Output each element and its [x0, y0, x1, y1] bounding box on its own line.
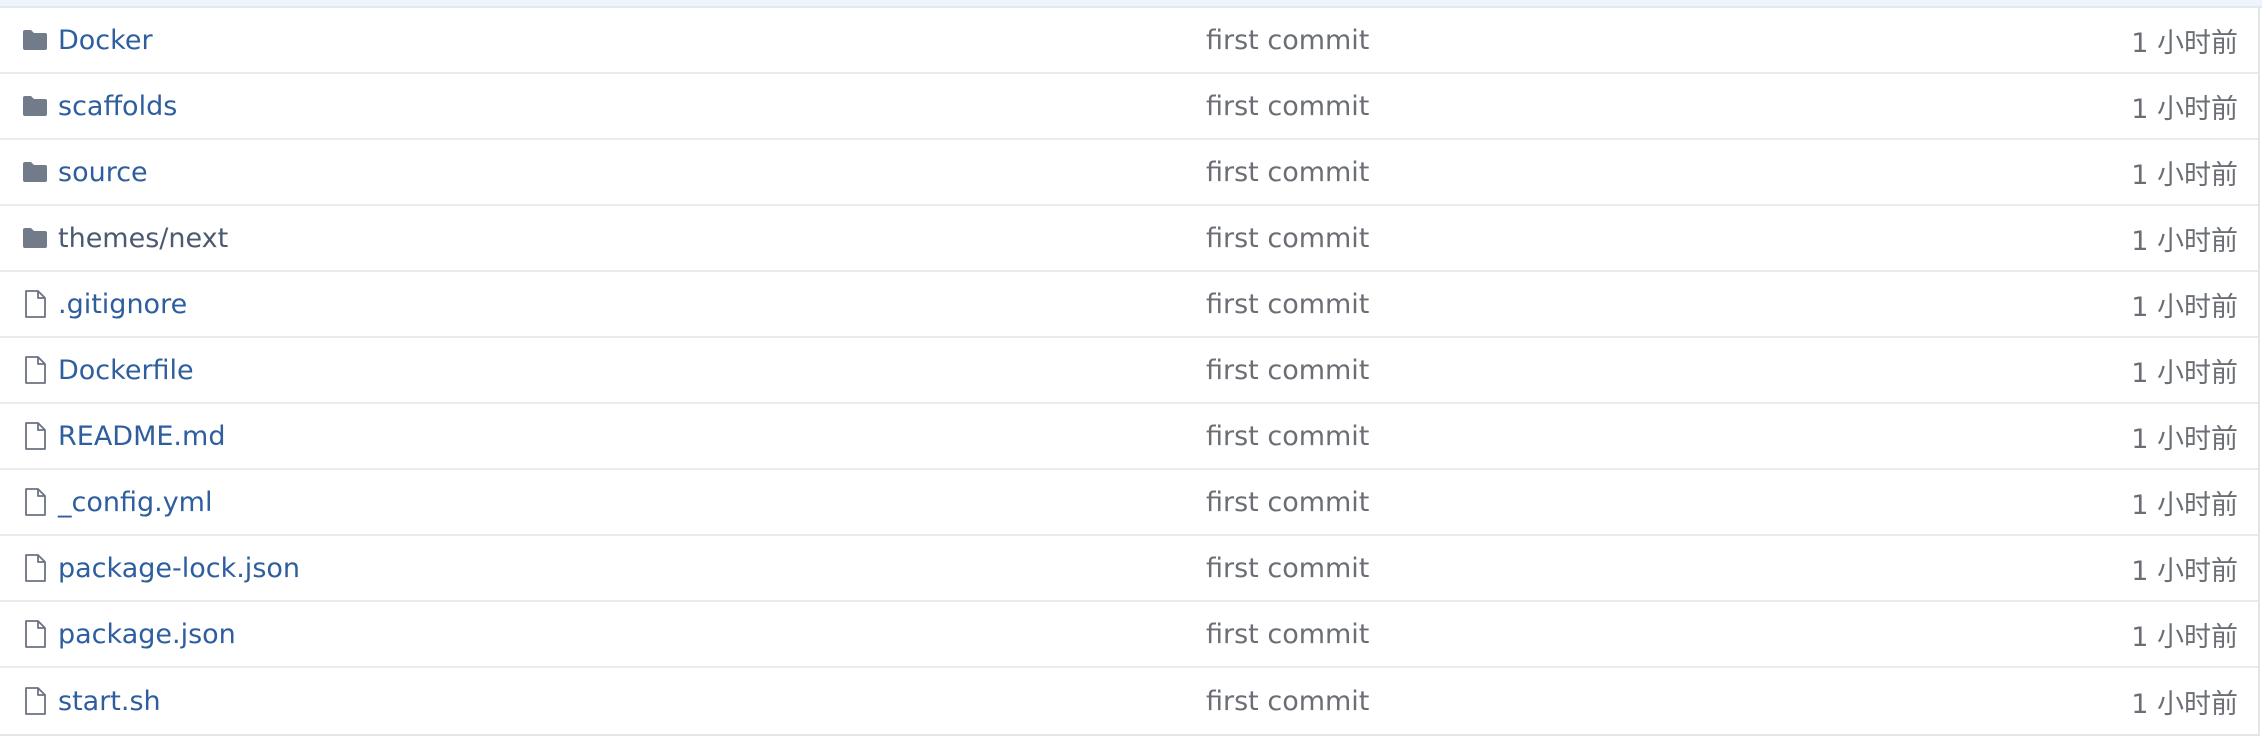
- file-name-link[interactable]: Dockerfile: [58, 355, 194, 386]
- folder-icon: [22, 92, 48, 120]
- file-row-package-lock[interactable]: package-lock.json first commit 1 小时前: [0, 536, 2258, 602]
- header-strip: [0, 0, 2262, 8]
- commit-message[interactable]: first commit: [1206, 91, 1369, 122]
- file-icon: [22, 290, 48, 318]
- commit-message[interactable]: first commit: [1206, 355, 1369, 386]
- commit-message[interactable]: first commit: [1206, 619, 1369, 650]
- file-row-themes-next[interactable]: themes/next first commit 1 小时前: [0, 206, 2258, 272]
- file-name-link[interactable]: README.md: [58, 421, 225, 452]
- commit-message[interactable]: first commit: [1206, 157, 1369, 188]
- file-name-link[interactable]: _config.yml: [58, 487, 213, 518]
- file-row-readme[interactable]: README.md first commit 1 小时前: [0, 404, 2258, 470]
- file-name-link[interactable]: start.sh: [58, 686, 161, 717]
- file-name-link[interactable]: scaffolds: [58, 91, 177, 122]
- folder-icon: [22, 224, 48, 252]
- commit-time: 1 小时前: [2131, 621, 2238, 653]
- file-name-link[interactable]: package.json: [58, 619, 236, 650]
- file-name-link[interactable]: package-lock.json: [58, 553, 300, 584]
- commit-time: 1 小时前: [2131, 688, 2238, 720]
- file-list: Docker first commit 1 小时前 scaffolds firs…: [0, 8, 2260, 736]
- file-name-link[interactable]: source: [58, 157, 148, 188]
- file-row-scaffolds[interactable]: scaffolds first commit 1 小时前: [0, 74, 2258, 140]
- file-icon: [22, 554, 48, 582]
- file-name-link[interactable]: .gitignore: [58, 289, 187, 320]
- commit-message[interactable]: first commit: [1206, 25, 1369, 56]
- file-icon: [22, 422, 48, 450]
- folder-icon: [22, 158, 48, 186]
- commit-time: 1 小时前: [2131, 27, 2238, 59]
- commit-time: 1 小时前: [2131, 357, 2238, 389]
- file-row-package-json[interactable]: package.json first commit 1 小时前: [0, 602, 2258, 668]
- file-icon: [22, 620, 48, 648]
- commit-time: 1 小时前: [2131, 225, 2238, 257]
- folder-icon: [22, 26, 48, 54]
- file-row-config[interactable]: _config.yml first commit 1 小时前: [0, 470, 2258, 536]
- commit-time: 1 小时前: [2131, 159, 2238, 191]
- commit-message[interactable]: first commit: [1206, 223, 1369, 254]
- file-icon: [22, 488, 48, 516]
- commit-time: 1 小时前: [2131, 93, 2238, 125]
- file-icon: [22, 687, 48, 715]
- file-row-gitignore[interactable]: .gitignore first commit 1 小时前: [0, 272, 2258, 338]
- file-row-source[interactable]: source first commit 1 小时前: [0, 140, 2258, 206]
- commit-time: 1 小时前: [2131, 555, 2238, 587]
- commit-message[interactable]: first commit: [1206, 487, 1369, 518]
- commit-message[interactable]: first commit: [1206, 686, 1369, 717]
- file-name-link[interactable]: Docker: [58, 25, 153, 56]
- file-row-dockerfile[interactable]: Dockerfile first commit 1 小时前: [0, 338, 2258, 404]
- file-name-link[interactable]: themes/next: [58, 223, 228, 254]
- commit-time: 1 小时前: [2131, 489, 2238, 521]
- commit-time: 1 小时前: [2131, 291, 2238, 323]
- file-row-start-sh[interactable]: start.sh first commit 1 小时前: [0, 668, 2258, 734]
- commit-time: 1 小时前: [2131, 423, 2238, 455]
- file-row-docker[interactable]: Docker first commit 1 小时前: [0, 8, 2258, 74]
- commit-message[interactable]: first commit: [1206, 289, 1369, 320]
- file-icon: [22, 356, 48, 384]
- commit-message[interactable]: first commit: [1206, 553, 1369, 584]
- commit-message[interactable]: first commit: [1206, 421, 1369, 452]
